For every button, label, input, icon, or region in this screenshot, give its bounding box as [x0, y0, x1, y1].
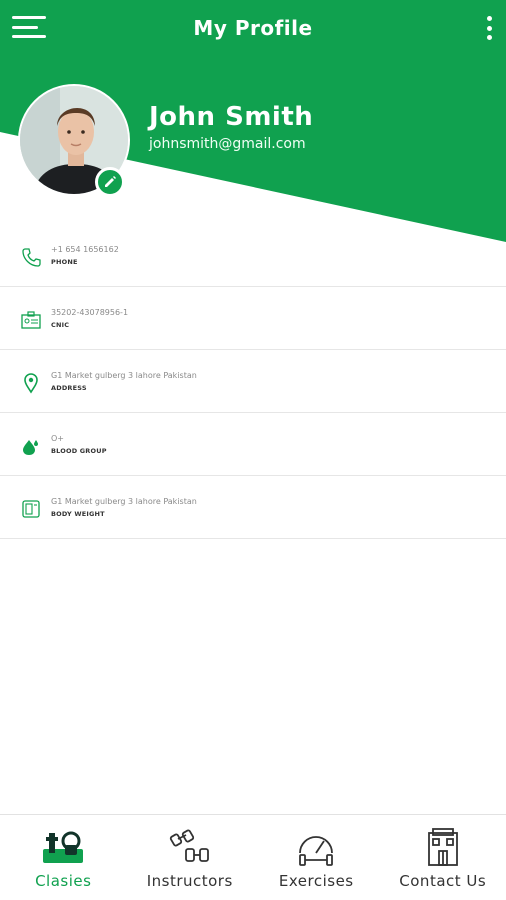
nav-item-exercises[interactable]: Exercises — [253, 815, 380, 900]
bottom-navigation: Clasies Instructors Exercises Contact Us — [0, 814, 506, 900]
body-weight-value: G1 Market gulberg 3 lahore Pakistan — [51, 497, 197, 506]
info-row-cnic[interactable]: 35202-43078956-1 CNIC — [0, 287, 506, 350]
edit-pencil-icon[interactable] — [95, 167, 125, 197]
id-card-icon — [21, 311, 41, 329]
dumbbell-kettlebell-icon — [43, 831, 84, 863]
phone-icon — [22, 248, 41, 267]
info-row-phone[interactable]: +1 654 1656162 PHONE — [0, 224, 506, 287]
profile-name: John Smith — [149, 102, 314, 132]
blood-group-value: O+ — [51, 434, 64, 443]
phone-value: +1 654 1656162 — [51, 245, 119, 254]
address-value: G1 Market gulberg 3 lahore Pakistan — [51, 371, 197, 380]
nav-item-clasies[interactable]: Clasies — [0, 815, 127, 900]
blood-drop-icon — [23, 440, 38, 455]
body-weight-label: BODY WEIGHT — [51, 510, 105, 518]
address-label: ADDRESS — [51, 384, 87, 392]
top-app-bar: My Profile — [0, 0, 506, 58]
nav-item-instructors[interactable]: Instructors — [127, 815, 254, 900]
nav-label-clasies: Clasies — [35, 872, 92, 890]
dumbbells-icon — [169, 829, 209, 862]
profile-info-list: +1 654 1656162 PHONE 35202-43078956-1 CN… — [0, 224, 506, 539]
more-options-icon[interactable] — [484, 16, 494, 40]
building-icon — [427, 828, 458, 866]
info-row-body-weight[interactable]: G1 Market gulberg 3 lahore Pakistan BODY… — [0, 476, 506, 539]
scale-icon — [22, 500, 40, 518]
nav-label-instructors: Instructors — [146, 872, 233, 890]
avatar-container — [18, 84, 130, 197]
phone-label: PHONE — [51, 258, 78, 266]
nav-label-exercises: Exercises — [278, 872, 354, 890]
info-row-blood-group[interactable]: O+ BLOOD GROUP — [0, 413, 506, 476]
info-row-address[interactable]: G1 Market gulberg 3 lahore Pakistan ADDR… — [0, 350, 506, 413]
page-title: My Profile — [193, 16, 313, 40]
nav-label-contact-us: Contact Us — [399, 872, 487, 890]
cnic-label: CNIC — [51, 321, 70, 329]
cnic-value: 35202-43078956-1 — [51, 308, 129, 317]
nav-item-contact-us[interactable]: Contact Us — [380, 815, 506, 900]
gauge-barbell-icon — [299, 836, 334, 866]
profile-email: johnsmith@gmail.com — [149, 136, 306, 152]
location-pin-icon — [24, 373, 38, 394]
blood-group-label: BLOOD GROUP — [51, 447, 107, 455]
